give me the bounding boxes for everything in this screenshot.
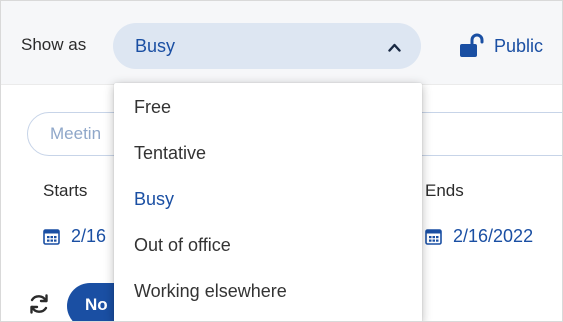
menu-item-out-of-office[interactable]: Out of office — [114, 223, 422, 269]
menu-item-label: Free — [134, 97, 172, 117]
menu-item-label: Busy — [134, 189, 175, 209]
title-placeholder: Meetin — [50, 124, 102, 143]
show-as-menu: Free Tentative Busy Out of office Workin… — [114, 83, 422, 321]
menu-item-label: Out of office — [134, 235, 231, 255]
end-date-value: 2/16/2022 — [453, 226, 534, 246]
show-as-selected-value: Busy — [135, 36, 176, 56]
start-date-picker[interactable]: 2/16 — [43, 225, 123, 251]
repeat-option-label: No — [85, 295, 108, 314]
unlock-icon — [460, 33, 484, 57]
start-date-value: 2/16 — [71, 226, 107, 246]
menu-item-tentative[interactable]: Tentative — [114, 131, 422, 177]
show-as-dropdown[interactable]: Busy — [113, 23, 421, 69]
calendar-icon — [43, 229, 60, 245]
ends-label: Ends — [425, 181, 464, 200]
calendar-icon — [425, 229, 442, 245]
chevron-up-icon — [388, 43, 401, 52]
menu-item-free[interactable]: Free — [114, 85, 422, 131]
toolbar: Show as Busy Public — [1, 1, 562, 85]
privacy-label: Public — [494, 36, 544, 56]
event-form: Show as Busy Public Meetin Starts Ends 2… — [0, 0, 563, 322]
repeat-icon[interactable] — [27, 292, 51, 316]
end-date-picker[interactable]: 2/16/2022 — [425, 225, 555, 251]
menu-item-busy[interactable]: Busy — [114, 177, 422, 223]
show-as-label: Show as — [21, 35, 87, 54]
menu-item-label: Tentative — [134, 143, 207, 163]
menu-item-label: Working elsewhere — [134, 281, 287, 301]
menu-item-working-elsewhere[interactable]: Working elsewhere — [114, 269, 422, 315]
starts-label: Starts — [43, 181, 88, 200]
